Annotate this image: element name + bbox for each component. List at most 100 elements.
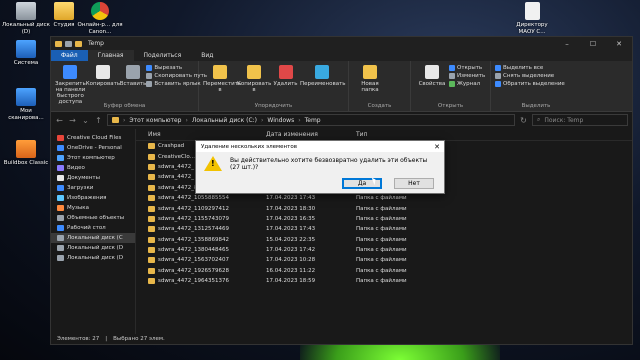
title-bar: Temp – ☐ ✕ [51, 37, 632, 50]
table-row[interactable]: sdwra_4472_1380448465 17.04.2023 17:42 Пап… [136, 245, 632, 255]
table-row[interactable]: sdwra_4472_1055885554 17.04.2023 17:43 Пап… [136, 193, 632, 203]
open-button[interactable]: Открыть [449, 65, 485, 71]
column-type[interactable]: Тип [356, 131, 436, 138]
nav-item-icon [57, 245, 64, 251]
copy-to-label: Копировать в [237, 81, 272, 93]
group-label-open: Открыть [437, 103, 464, 109]
table-row[interactable]: sdwra_4472_1155743079 17.04.2023 16:35 Пап… [136, 214, 632, 224]
desktop-icon-system[interactable]: Система [2, 40, 50, 67]
table-row[interactable]: sdwra_4472_1312574469 17.04.2023 17:43 Пап… [136, 224, 632, 234]
status-bar: Элементов: 27 | Выбрано 27 элем. [51, 334, 632, 344]
tab-home[interactable]: Главная [87, 50, 134, 61]
table-row[interactable]: sdwra_4472_1358869842 15.04.2023 22:35 Пап… [136, 235, 632, 245]
history-label: Журнал [457, 81, 481, 87]
close-button[interactable]: ✕ [606, 40, 632, 48]
select-all-icon [495, 65, 501, 71]
nav-item-icon [57, 175, 64, 181]
nav-item-icon [57, 225, 64, 231]
copy-path-button[interactable]: Скопировать путь [146, 73, 207, 79]
select-all-label: Выделить все [503, 65, 544, 71]
tab-view[interactable]: Вид [191, 50, 223, 61]
new-folder-icon [363, 65, 377, 79]
breadcrumb-drive-c[interactable]: Локальный диск (C:) [192, 117, 257, 124]
tab-file[interactable]: Файл [51, 50, 88, 61]
file-name: sdwra_4472_1109297412 [158, 205, 229, 212]
nav-item[interactable]: Музыка [51, 203, 135, 213]
ribbon-group-open: Свойства Открыть Изменить Журнал Открыть [411, 61, 491, 111]
search-box[interactable]: ⌕ Поиск: Temp [532, 114, 628, 126]
nav-item[interactable]: Локальный диск (D [51, 253, 135, 263]
file-date: 17.04.2023 17:43 [266, 195, 316, 202]
column-name[interactable]: Имя [136, 131, 266, 138]
rename-label: Переименовать [300, 81, 346, 87]
nav-item[interactable]: Объемные объекты [51, 213, 135, 223]
select-none-button[interactable]: Снять выделение [495, 73, 565, 79]
desktop-icon-canon[interactable]: Онлайн-р... для Canon... [76, 2, 124, 36]
nav-item[interactable]: Creative Cloud Files [51, 133, 135, 143]
back-arrow-icon[interactable]: ← [55, 116, 64, 125]
nav-item[interactable]: Изображения [51, 193, 135, 203]
no-button[interactable]: Нет [394, 178, 434, 189]
desktop-icon-scans[interactable]: Мои сканирова... [2, 88, 50, 122]
nav-item[interactable]: Видео [51, 163, 135, 173]
folder-icon [148, 195, 155, 202]
nav-item-label: Загрузки [67, 185, 94, 191]
nav-item[interactable]: Этот компьютер [51, 153, 135, 163]
nav-item[interactable]: Локальный диск (C [51, 233, 135, 243]
address-bar[interactable]: › Этот компьютер › Локальный диск (C:) ›… [107, 114, 515, 126]
table-row[interactable]: sdwra_4472_1964351376 17.04.2023 18:59 Пап… [136, 276, 632, 286]
properties-icon[interactable] [65, 40, 72, 47]
desktop-icon-label: Директору МАОУ С... [516, 22, 548, 35]
history-button[interactable]: Журнал [449, 81, 485, 87]
nav-item[interactable]: OneDrive - Personal [51, 143, 135, 153]
forward-arrow-icon[interactable]: → [68, 116, 77, 125]
dialog-buttons: Да Нет [342, 178, 434, 189]
nav-item[interactable]: Локальный диск (D [51, 243, 135, 253]
new-folder-icon[interactable] [75, 40, 82, 47]
copy-path-icon [146, 73, 153, 79]
file-name: sdwra_4472_1358869842 [158, 236, 229, 243]
tab-share[interactable]: Поделиться [134, 50, 192, 61]
desktop-icon-director-doc[interactable]: Директору МАОУ С... [508, 2, 556, 36]
nav-item-label: Локальный диск (D [67, 245, 124, 251]
group-label-select: Выделить [521, 103, 551, 109]
maximize-button[interactable]: ☐ [580, 40, 606, 48]
file-type: Папка с файлами [356, 267, 407, 274]
file-name: sdwra_4472_1055885554 [158, 195, 229, 202]
nav-item-label: Изображения [67, 195, 107, 201]
nav-item-label: OneDrive - Personal [67, 145, 122, 151]
column-date[interactable]: Дата изменения [266, 131, 356, 138]
paste-shortcut-button[interactable]: Вставить ярлык [146, 81, 207, 87]
file-name: sdwra_4472_ [158, 163, 194, 170]
nav-item-label: Creative Cloud Files [67, 135, 122, 141]
invert-selection-button[interactable]: Обратить выделение [495, 81, 565, 87]
file-name: sdwra_4472_1926579628 [158, 267, 229, 274]
breadcrumb-this-pc[interactable]: Этот компьютер [129, 117, 181, 124]
nav-item[interactable]: Рабочий стол [51, 223, 135, 233]
desktop-icon-label: Система [13, 60, 39, 66]
nav-item-label: Объемные объекты [67, 215, 125, 221]
new-folder-label: Новая папка [361, 81, 379, 93]
cut-button[interactable]: Вырезать [146, 65, 207, 71]
file-name: sdwra_4472_1155743079 [158, 215, 229, 222]
edit-button[interactable]: Изменить [449, 73, 485, 79]
dialog-close-button[interactable]: ✕ [430, 143, 444, 151]
breadcrumb-temp[interactable]: Temp [305, 117, 321, 124]
minimize-button[interactable]: – [554, 40, 580, 48]
nav-item-label: Локальный диск (C [67, 235, 123, 241]
desktop-icon-buildbox[interactable]: Buildbox Classic [2, 140, 50, 167]
nav-item-label: Документы [67, 175, 100, 181]
select-all-button[interactable]: Выделить все [495, 65, 565, 71]
up-arrow-icon[interactable]: ↑ [94, 116, 103, 125]
nav-item-icon [57, 195, 64, 201]
status-selected-count: Выбрано 27 элем. [113, 336, 165, 342]
table-row[interactable]: sdwra_4472_1563702407 17.04.2023 10:28 Пап… [136, 255, 632, 265]
table-row[interactable]: sdwra_4472_1926579628 16.04.2023 11:22 Пап… [136, 266, 632, 276]
nav-item[interactable]: Документы [51, 173, 135, 183]
recent-chevron-icon[interactable]: ⌄ [81, 116, 90, 125]
nav-item[interactable]: Загрузки [51, 183, 135, 193]
breadcrumb-windows[interactable]: Windows [267, 117, 294, 124]
table-row[interactable]: sdwra_4472_1109297412 17.04.2023 18:30 Пап… [136, 203, 632, 213]
refresh-icon[interactable]: ↻ [519, 116, 528, 125]
ribbon-group-organize: Переместить в Копировать в Удалить Переи… [199, 61, 349, 111]
